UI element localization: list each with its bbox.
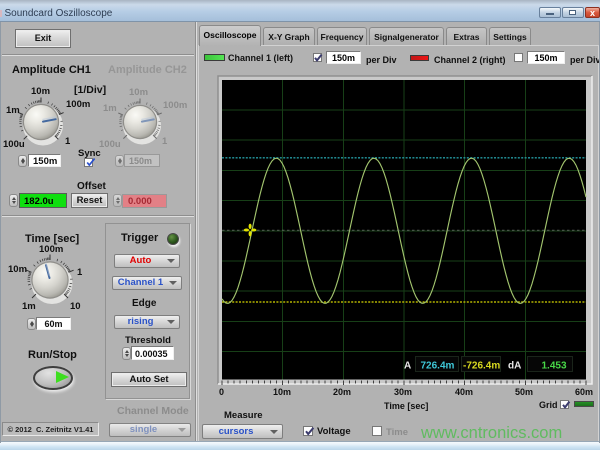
svg-text:-726.4m: -726.4m <box>463 361 500 372</box>
svg-text:dA: dA <box>508 361 521 372</box>
svg-text:A: A <box>404 361 411 372</box>
svg-text:726.4m: 726.4m <box>421 361 455 372</box>
svg-text:1.453: 1.453 <box>542 361 567 372</box>
